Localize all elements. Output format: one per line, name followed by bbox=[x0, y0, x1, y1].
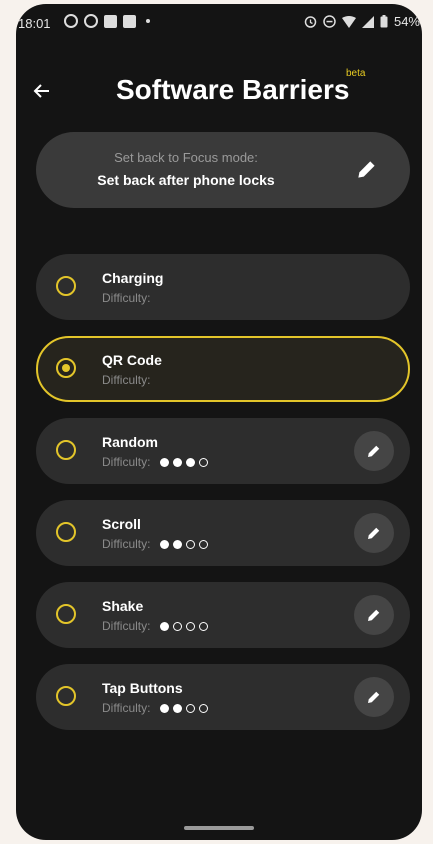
difficulty-dot-empty bbox=[173, 621, 183, 631]
system-icons: 54% bbox=[304, 14, 420, 29]
edit-barrier-button[interactable] bbox=[354, 431, 394, 471]
app-header: Software Barriers beta bbox=[16, 62, 422, 122]
difficulty-label: Difficulty: bbox=[102, 373, 151, 387]
radio-button[interactable] bbox=[56, 604, 76, 624]
linkedin-icon bbox=[123, 14, 136, 28]
difficulty-dot-filled bbox=[186, 457, 196, 467]
status-bar: 18:01 54% bbox=[16, 4, 422, 40]
difficulty-dot-empty bbox=[199, 621, 209, 631]
barrier-difficulty: Difficulty: bbox=[102, 373, 150, 387]
radio-button[interactable] bbox=[56, 522, 76, 542]
wifi-icon bbox=[341, 15, 356, 28]
radio-button[interactable] bbox=[56, 686, 76, 706]
radio-button[interactable] bbox=[56, 358, 76, 378]
barrier-difficulty: Difficulty: bbox=[102, 537, 209, 551]
barrier-difficulty: Difficulty: bbox=[102, 619, 209, 633]
barrier-item[interactable]: Scroll Difficulty: bbox=[36, 500, 410, 566]
difficulty-label: Difficulty: bbox=[102, 455, 151, 469]
do-not-disturb-icon bbox=[323, 15, 336, 28]
difficulty-label: Difficulty: bbox=[102, 291, 151, 305]
difficulty-rating bbox=[160, 703, 209, 713]
edit-barrier-button[interactable] bbox=[354, 595, 394, 635]
beta-badge: beta bbox=[346, 68, 366, 79]
difficulty-dot-filled bbox=[160, 457, 170, 467]
barrier-name: Scroll bbox=[102, 516, 141, 532]
difficulty-label: Difficulty: bbox=[102, 701, 151, 715]
barrier-name: QR Code bbox=[102, 352, 162, 368]
difficulty-dot-filled bbox=[173, 703, 183, 713]
barrier-item[interactable]: QR Code Difficulty: bbox=[36, 336, 410, 402]
pencil-icon bbox=[368, 609, 380, 621]
difficulty-dot-filled bbox=[160, 621, 170, 631]
difficulty-rating bbox=[160, 457, 209, 467]
barrier-name: Random bbox=[102, 434, 158, 450]
difficulty-dot-empty bbox=[199, 539, 209, 549]
barrier-difficulty: Difficulty: bbox=[102, 701, 209, 715]
radio-button[interactable] bbox=[56, 276, 76, 296]
alarm-icon bbox=[304, 16, 317, 28]
edit-barrier-button[interactable] bbox=[354, 513, 394, 553]
home-indicator[interactable] bbox=[184, 826, 254, 830]
barrier-difficulty: Difficulty: bbox=[102, 455, 209, 469]
difficulty-dot-filled bbox=[160, 539, 170, 549]
pencil-icon bbox=[368, 691, 380, 703]
difficulty-label: Difficulty: bbox=[102, 619, 151, 633]
difficulty-dot-empty bbox=[199, 703, 209, 713]
difficulty-dot-empty bbox=[186, 703, 196, 713]
barrier-name: Tap Buttons bbox=[102, 680, 183, 696]
battery-percent: 54% bbox=[393, 14, 420, 29]
app-notification-icon bbox=[84, 14, 98, 28]
difficulty-label: Difficulty: bbox=[102, 537, 151, 551]
difficulty-dot-filled bbox=[160, 703, 170, 713]
difficulty-rating bbox=[160, 621, 209, 631]
page-title: Software Barriers bbox=[116, 74, 350, 105]
whatsapp-icon bbox=[64, 14, 78, 28]
difficulty-dot-empty bbox=[199, 457, 209, 467]
focus-mode-setting[interactable]: Set back to Focus mode: Set back after p… bbox=[36, 132, 410, 208]
barrier-name: Shake bbox=[102, 598, 144, 614]
difficulty-dot-empty bbox=[186, 621, 196, 631]
more-notifications-icon bbox=[146, 19, 150, 23]
pencil-icon bbox=[368, 527, 380, 539]
barrier-item[interactable]: Charging Difficulty: bbox=[36, 254, 410, 320]
focus-mode-subtitle: Set back to Focus mode: bbox=[114, 150, 258, 165]
notification-icons bbox=[64, 14, 150, 28]
radio-button[interactable] bbox=[56, 440, 76, 460]
difficulty-dot-empty bbox=[186, 539, 196, 549]
barrier-item[interactable]: Shake Difficulty: bbox=[36, 582, 410, 648]
barrier-item[interactable]: Tap Buttons Difficulty: bbox=[36, 664, 410, 730]
phone-screen: 18:01 54% Software Barriers beta Set bac… bbox=[16, 4, 422, 840]
linkedin-icon bbox=[104, 14, 117, 28]
arrow-left-icon bbox=[33, 84, 49, 98]
focus-mode-value: Set back after phone locks bbox=[97, 172, 275, 188]
radio-selected-dot bbox=[62, 364, 70, 372]
cell-signal-icon bbox=[361, 15, 374, 28]
status-time: 18:01 bbox=[18, 16, 51, 31]
difficulty-rating bbox=[160, 539, 209, 549]
difficulty-dot-filled bbox=[173, 539, 183, 549]
pencil-icon[interactable] bbox=[354, 156, 380, 182]
back-button[interactable] bbox=[26, 76, 56, 106]
battery-icon bbox=[380, 15, 388, 28]
barrier-item[interactable]: Random Difficulty: bbox=[36, 418, 410, 484]
edit-barrier-button[interactable] bbox=[354, 677, 394, 717]
pencil-icon bbox=[368, 445, 380, 457]
difficulty-dot-filled bbox=[173, 457, 183, 467]
barrier-name: Charging bbox=[102, 270, 164, 286]
barrier-difficulty: Difficulty: bbox=[102, 291, 150, 305]
